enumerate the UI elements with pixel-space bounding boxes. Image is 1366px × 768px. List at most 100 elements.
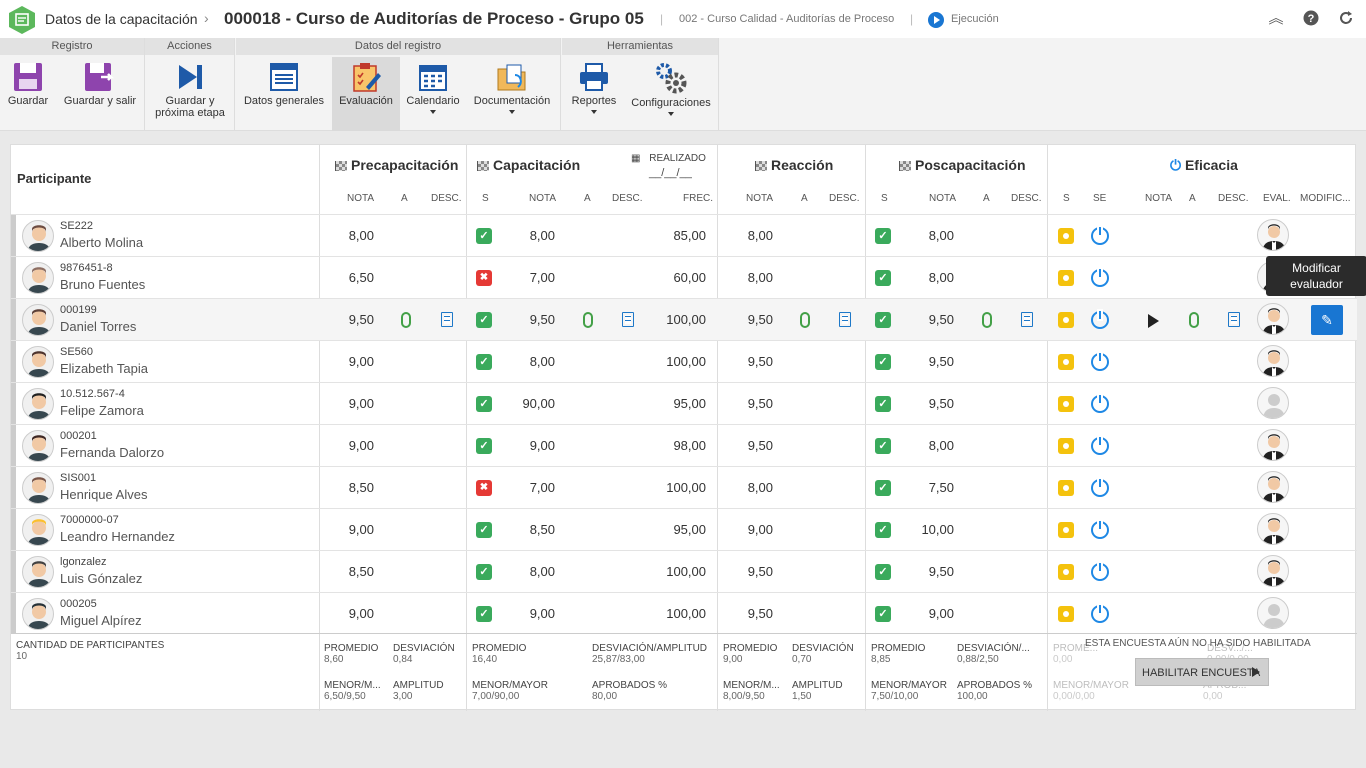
col-reac-desc[interactable]: DESC. bbox=[829, 193, 860, 204]
cap-score[interactable]: 9,00 bbox=[505, 606, 555, 621]
reac-score[interactable]: 8,00 bbox=[723, 480, 773, 495]
save-next-stage-button[interactable]: Guardar y próxima etapa bbox=[148, 57, 232, 131]
table-row[interactable]: SE560 Elizabeth Tapia 9,00 ✓ 8,00 100,00 9,50 ✓… bbox=[11, 340, 1357, 382]
cap-score[interactable]: 8,00 bbox=[505, 354, 555, 369]
document-icon[interactable] bbox=[441, 312, 453, 327]
attachment-icon[interactable] bbox=[1189, 312, 1199, 328]
col-reac-a[interactable]: A bbox=[801, 193, 808, 204]
attachment-icon[interactable] bbox=[401, 312, 411, 328]
power-icon[interactable] bbox=[1091, 393, 1109, 413]
reac-score[interactable]: 9,50 bbox=[723, 606, 773, 621]
pos-score[interactable]: 9,50 bbox=[904, 564, 954, 579]
document-icon[interactable] bbox=[839, 312, 851, 327]
cap-frequency[interactable]: 100,00 bbox=[646, 606, 706, 621]
pre-score[interactable]: 9,00 bbox=[324, 438, 374, 453]
pre-score[interactable]: 8,50 bbox=[324, 564, 374, 579]
table-row[interactable]: lgonzalez Luis Gónzalez 8,50 ✓ 8,00 100,00 9,5… bbox=[11, 550, 1357, 592]
cap-score[interactable]: 90,00 bbox=[505, 396, 555, 411]
table-row[interactable]: 000205 Miguel Alpírez 9,00 ✓ 9,00 100,00 9,50 ✓… bbox=[11, 592, 1357, 634]
attachment-icon[interactable] bbox=[982, 312, 992, 328]
table-row[interactable]: 9876451-8 Bruno Fuentes 6,50 ✖ 7,00 60,00 8,00… bbox=[11, 256, 1357, 298]
power-icon[interactable] bbox=[1091, 309, 1109, 329]
cap-frequency[interactable]: 100,00 bbox=[646, 354, 706, 369]
cap-frequency[interactable]: 95,00 bbox=[646, 522, 706, 537]
reports-dropdown-button[interactable]: Reportes bbox=[566, 57, 622, 131]
cap-frequency[interactable]: 85,00 bbox=[646, 228, 706, 243]
pos-score[interactable]: 7,50 bbox=[904, 480, 954, 495]
cap-score[interactable]: 9,00 bbox=[505, 438, 555, 453]
col-cap-s[interactable]: S bbox=[482, 193, 489, 204]
pos-score[interactable]: 8,00 bbox=[904, 270, 954, 285]
power-icon[interactable] bbox=[1091, 603, 1109, 623]
reac-score[interactable]: 9,50 bbox=[723, 354, 773, 369]
col-efi-nota[interactable]: NOTA bbox=[1145, 193, 1172, 204]
evaluator-avatar[interactable] bbox=[1257, 555, 1289, 587]
power-icon[interactable] bbox=[1091, 435, 1109, 455]
breadcrumb-module[interactable]: Datos de la capacitación bbox=[45, 11, 198, 27]
reac-score[interactable]: 8,00 bbox=[723, 270, 773, 285]
col-pre-desc[interactable]: DESC. bbox=[431, 193, 462, 204]
evaluator-avatar-placeholder[interactable] bbox=[1257, 387, 1289, 419]
col-pos-desc[interactable]: DESC. bbox=[1011, 193, 1042, 204]
pre-score[interactable]: 9,50 bbox=[324, 312, 374, 327]
evaluator-avatar[interactable] bbox=[1257, 429, 1289, 461]
pos-score[interactable]: 9,00 bbox=[904, 606, 954, 621]
col-efi-a[interactable]: A bbox=[1189, 193, 1196, 204]
col-cap-a[interactable]: A bbox=[584, 193, 591, 204]
reac-score[interactable]: 9,00 bbox=[723, 522, 773, 537]
pre-score[interactable]: 9,00 bbox=[324, 522, 374, 537]
modify-evaluator-button[interactable]: ✎ bbox=[1311, 305, 1343, 335]
cap-frequency[interactable]: 95,00 bbox=[646, 396, 706, 411]
pre-score[interactable]: 6,50 bbox=[324, 270, 374, 285]
power-icon[interactable] bbox=[1091, 351, 1109, 371]
cap-score[interactable]: 8,50 bbox=[505, 522, 555, 537]
col-pre-a[interactable]: A bbox=[401, 193, 408, 204]
pre-score[interactable]: 9,00 bbox=[324, 606, 374, 621]
col-pos-nota[interactable]: NOTA bbox=[929, 193, 956, 204]
calendar-dropdown-button[interactable]: Calendario bbox=[402, 57, 464, 131]
cap-score[interactable]: 8,00 bbox=[505, 228, 555, 243]
reac-score[interactable]: 9,50 bbox=[723, 564, 773, 579]
save-button[interactable]: Guardar bbox=[4, 57, 52, 131]
reac-score[interactable]: 8,00 bbox=[723, 228, 773, 243]
cap-frequency[interactable]: 98,00 bbox=[646, 438, 706, 453]
col-cap-frec[interactable]: FREC. bbox=[683, 193, 713, 204]
enable-survey-button[interactable]: HABILITAR ENCUESTA bbox=[1135, 658, 1269, 686]
pos-score[interactable]: 9,50 bbox=[904, 312, 954, 327]
table-row[interactable]: 000201 Fernanda Dalorzo 9,00 ✓ 9,00 98,00 9,50… bbox=[11, 424, 1357, 466]
table-row[interactable]: SE222 Alberto Molina 8,00 ✓ 8,00 85,00 8,00 ✓ 8,… bbox=[11, 214, 1357, 256]
document-icon[interactable] bbox=[1021, 312, 1033, 327]
evaluator-avatar[interactable] bbox=[1257, 471, 1289, 503]
col-pos-s[interactable]: S bbox=[881, 193, 888, 204]
power-icon[interactable] bbox=[1091, 561, 1109, 581]
col-pre-nota[interactable]: NOTA bbox=[347, 193, 374, 204]
evaluator-avatar[interactable] bbox=[1257, 219, 1289, 251]
evaluator-avatar[interactable] bbox=[1257, 513, 1289, 545]
reac-score[interactable]: 9,50 bbox=[723, 312, 773, 327]
table-row[interactable]: 000199 Daniel Torres 9,50 ✓ 9,50 100,00 9,50 ✓ 9… bbox=[11, 298, 1357, 340]
evaluation-button[interactable]: Evaluación bbox=[332, 57, 400, 131]
save-exit-button[interactable]: Guardar y salir bbox=[58, 57, 142, 131]
reac-score[interactable]: 9,50 bbox=[723, 396, 773, 411]
evaluator-avatar[interactable] bbox=[1257, 345, 1289, 377]
pos-score[interactable]: 8,00 bbox=[904, 438, 954, 453]
refresh-icon[interactable] bbox=[1337, 10, 1355, 28]
col-cap-nota[interactable]: NOTA bbox=[529, 193, 556, 204]
evaluator-avatar-placeholder[interactable] bbox=[1257, 597, 1289, 629]
pos-score[interactable]: 9,50 bbox=[904, 396, 954, 411]
attachment-icon[interactable] bbox=[583, 312, 593, 328]
attachment-icon[interactable] bbox=[800, 312, 810, 328]
power-icon[interactable] bbox=[1091, 519, 1109, 539]
cap-frequency[interactable]: 100,00 bbox=[646, 480, 706, 495]
col-efi-eval[interactable]: EVAL. bbox=[1263, 193, 1291, 204]
col-pos-a[interactable]: A bbox=[983, 193, 990, 204]
document-icon[interactable] bbox=[622, 312, 634, 327]
pos-score[interactable]: 10,00 bbox=[904, 522, 954, 537]
play-icon[interactable] bbox=[1148, 314, 1159, 328]
evaluator-avatar[interactable] bbox=[1257, 303, 1289, 335]
cap-frequency[interactable]: 100,00 bbox=[646, 564, 706, 579]
pos-score[interactable]: 8,00 bbox=[904, 228, 954, 243]
pre-score[interactable]: 9,00 bbox=[324, 396, 374, 411]
table-row[interactable]: 10.512.567-4 Felipe Zamora 9,00 ✓ 90,00 95,00… bbox=[11, 382, 1357, 424]
general-data-button[interactable]: Datos generales bbox=[240, 57, 328, 131]
